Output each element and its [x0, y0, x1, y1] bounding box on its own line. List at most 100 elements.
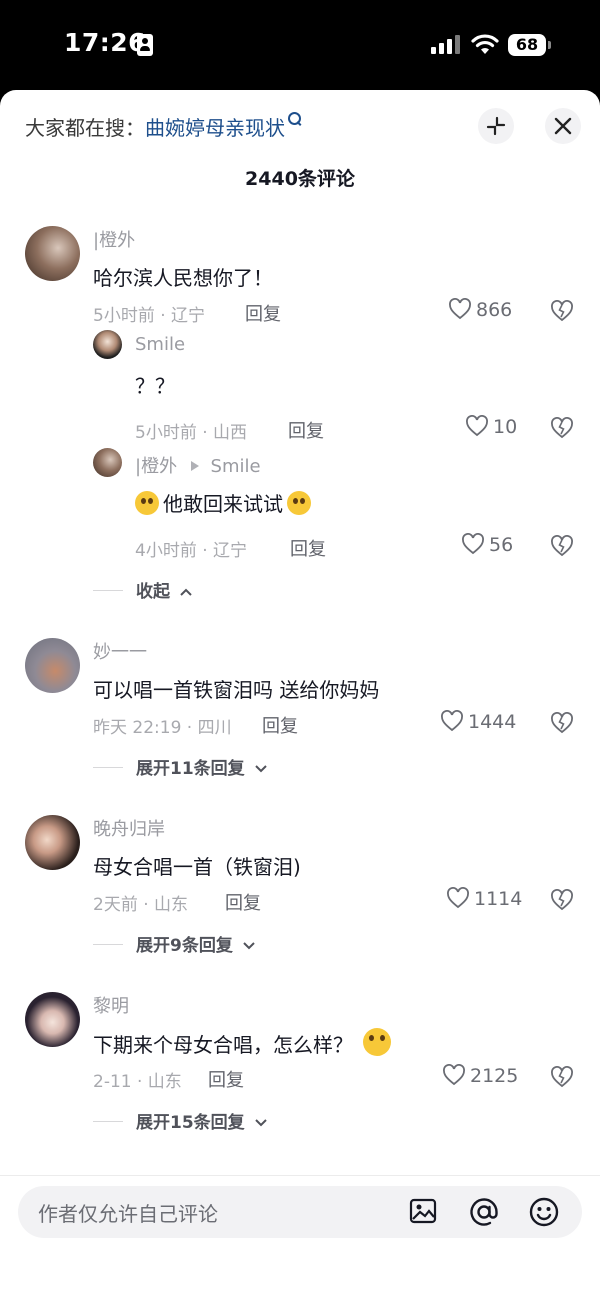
reply-text-content: 他敢回来试试 [163, 492, 283, 516]
like-count: 1444 [468, 711, 517, 733]
comment-input-placeholder[interactable]: 作者仅允许自己评论 [38, 1198, 218, 1227]
comment-text[interactable]: 哈尔滨人民想你了！ [93, 262, 273, 291]
heart-icon [462, 533, 484, 555]
emoji-icon [287, 491, 311, 515]
drooling-emoji-icon [363, 1028, 392, 1056]
divider-line [93, 767, 123, 768]
trending-search[interactable]: 大家都在搜：曲婉婷母亲现状 [25, 112, 301, 141]
close-button[interactable] [545, 108, 581, 144]
comment-username[interactable]: 黎明 [93, 992, 129, 1018]
avatar[interactable] [25, 638, 80, 693]
trending-search-prefix: 大家都在搜： [25, 116, 145, 140]
contact-card-icon [137, 34, 153, 56]
mention-icon[interactable] [468, 1196, 500, 1228]
reply-button[interactable]: 回复 [288, 417, 324, 443]
search-icon [288, 112, 301, 125]
broken-heart-icon[interactable] [550, 1066, 574, 1088]
heart-icon [443, 1064, 465, 1086]
heart-icon [447, 887, 469, 909]
broken-heart-icon[interactable] [550, 300, 574, 322]
input-divider [0, 1175, 600, 1176]
comment-username[interactable]: |橙外 [93, 226, 135, 252]
reply-text[interactable]: 他敢回来试试 [135, 488, 311, 517]
trending-search-query[interactable]: 曲婉婷母亲现状 [145, 116, 285, 140]
reply-button[interactable]: 回复 [208, 1066, 244, 1092]
collapse-replies-button[interactable]: 收起 [93, 577, 193, 602]
close-icon [554, 117, 572, 135]
expand-label: 展开15条回复 [136, 1113, 245, 1133]
like-count: 1114 [474, 888, 523, 910]
emoji-icon [135, 491, 159, 515]
chevron-up-icon [180, 588, 192, 596]
avatar[interactable] [25, 226, 80, 281]
like-button[interactable]: 10 [465, 415, 517, 438]
image-icon[interactable] [408, 1196, 438, 1226]
avatar[interactable] [25, 815, 80, 870]
minimize-icon [486, 116, 506, 136]
expand-replies-button[interactable]: 展开15条回复 [93, 1108, 268, 1133]
comment-meta: 2-11 · 山东 [93, 1072, 182, 1092]
like-button[interactable]: 56 [461, 533, 513, 556]
avatar[interactable] [93, 330, 122, 359]
wifi-icon [471, 34, 499, 54]
reply-author[interactable]: |橙外 [135, 456, 177, 477]
like-count: 10 [493, 416, 518, 438]
expand-label: 展开11条回复 [136, 759, 245, 779]
chevron-down-icon [254, 765, 267, 773]
reply-username[interactable]: Smile [135, 334, 185, 355]
comment-username[interactable]: 妙一一 [93, 638, 147, 664]
reply-meta: 5小时前 · 山西 [135, 423, 248, 443]
like-button[interactable]: 2125 [442, 1064, 518, 1087]
reply-username[interactable]: |橙外 Smile [135, 452, 261, 478]
expand-replies-button[interactable]: 展开9条回复 [93, 931, 256, 956]
reply-button[interactable]: 回复 [245, 300, 281, 326]
comment-text[interactable]: 下期来个母女合唱，怎么样？ [93, 1028, 392, 1058]
status-time: 17:26 [64, 28, 147, 57]
collapse-label: 收起 [136, 582, 170, 602]
comment-meta: 5小时前 · 辽宁 [93, 306, 206, 326]
status-bar: 17:26 68 [0, 0, 600, 90]
like-button[interactable]: 1114 [446, 887, 522, 910]
expand-replies-button[interactable]: 展开11条回复 [93, 754, 268, 779]
heart-icon [466, 415, 488, 437]
broken-heart-icon[interactable] [550, 712, 574, 734]
minimize-button[interactable] [478, 108, 514, 144]
comment-count-title: 2440条评论 [245, 168, 355, 190]
divider-line [93, 1121, 123, 1122]
avatar[interactable] [25, 992, 80, 1047]
divider-line [93, 590, 123, 591]
reply-meta: 4小时前 · 辽宁 [135, 541, 248, 561]
broken-heart-icon[interactable] [550, 417, 574, 439]
comment-input-bar[interactable]: 作者仅允许自己评论 [18, 1186, 582, 1238]
reply-text[interactable]: ？？ [135, 370, 175, 399]
like-count: 866 [476, 299, 513, 321]
like-button[interactable]: 866 [448, 298, 512, 321]
comment-meta: 昨天 22:19 · 四川 [93, 718, 232, 738]
reply-target[interactable]: Smile [211, 456, 261, 477]
reply-button[interactable]: 回复 [290, 535, 326, 561]
reply-button[interactable]: 回复 [262, 712, 298, 738]
expand-label: 展开9条回复 [136, 936, 233, 956]
reply-button[interactable]: 回复 [225, 889, 261, 915]
chevron-down-icon [254, 1119, 267, 1127]
comments-sheet: 大家都在搜：曲婉婷母亲现状 2440条评论 |橙外 哈尔滨人民想你了！ 5小时前… [0, 90, 600, 1300]
broken-heart-icon[interactable] [550, 889, 574, 911]
battery-tip-icon [548, 41, 551, 49]
like-count: 56 [489, 534, 514, 556]
battery-indicator: 68 [508, 34, 546, 56]
avatar[interactable] [93, 448, 122, 477]
chevron-down-icon [243, 942, 255, 950]
divider-line [93, 944, 123, 945]
cellular-signal-icon [431, 34, 461, 54]
like-button[interactable]: 1444 [440, 710, 516, 733]
comment-text[interactable]: 可以唱一首铁窗泪吗 送给你妈妈 [93, 674, 379, 703]
like-count: 2125 [470, 1065, 519, 1087]
emoji-picker-icon[interactable] [528, 1196, 560, 1228]
heart-icon [449, 298, 471, 320]
comment-username[interactable]: 晚舟归岸 [93, 815, 165, 841]
comment-text[interactable]: 母女合唱一首（铁窗泪) [93, 851, 301, 880]
comment-text-content: 下期来个母女合唱，怎么样？ [93, 1033, 353, 1057]
heart-icon [441, 710, 463, 732]
broken-heart-icon[interactable] [550, 535, 574, 557]
comment-meta: 2天前 · 山东 [93, 895, 189, 915]
